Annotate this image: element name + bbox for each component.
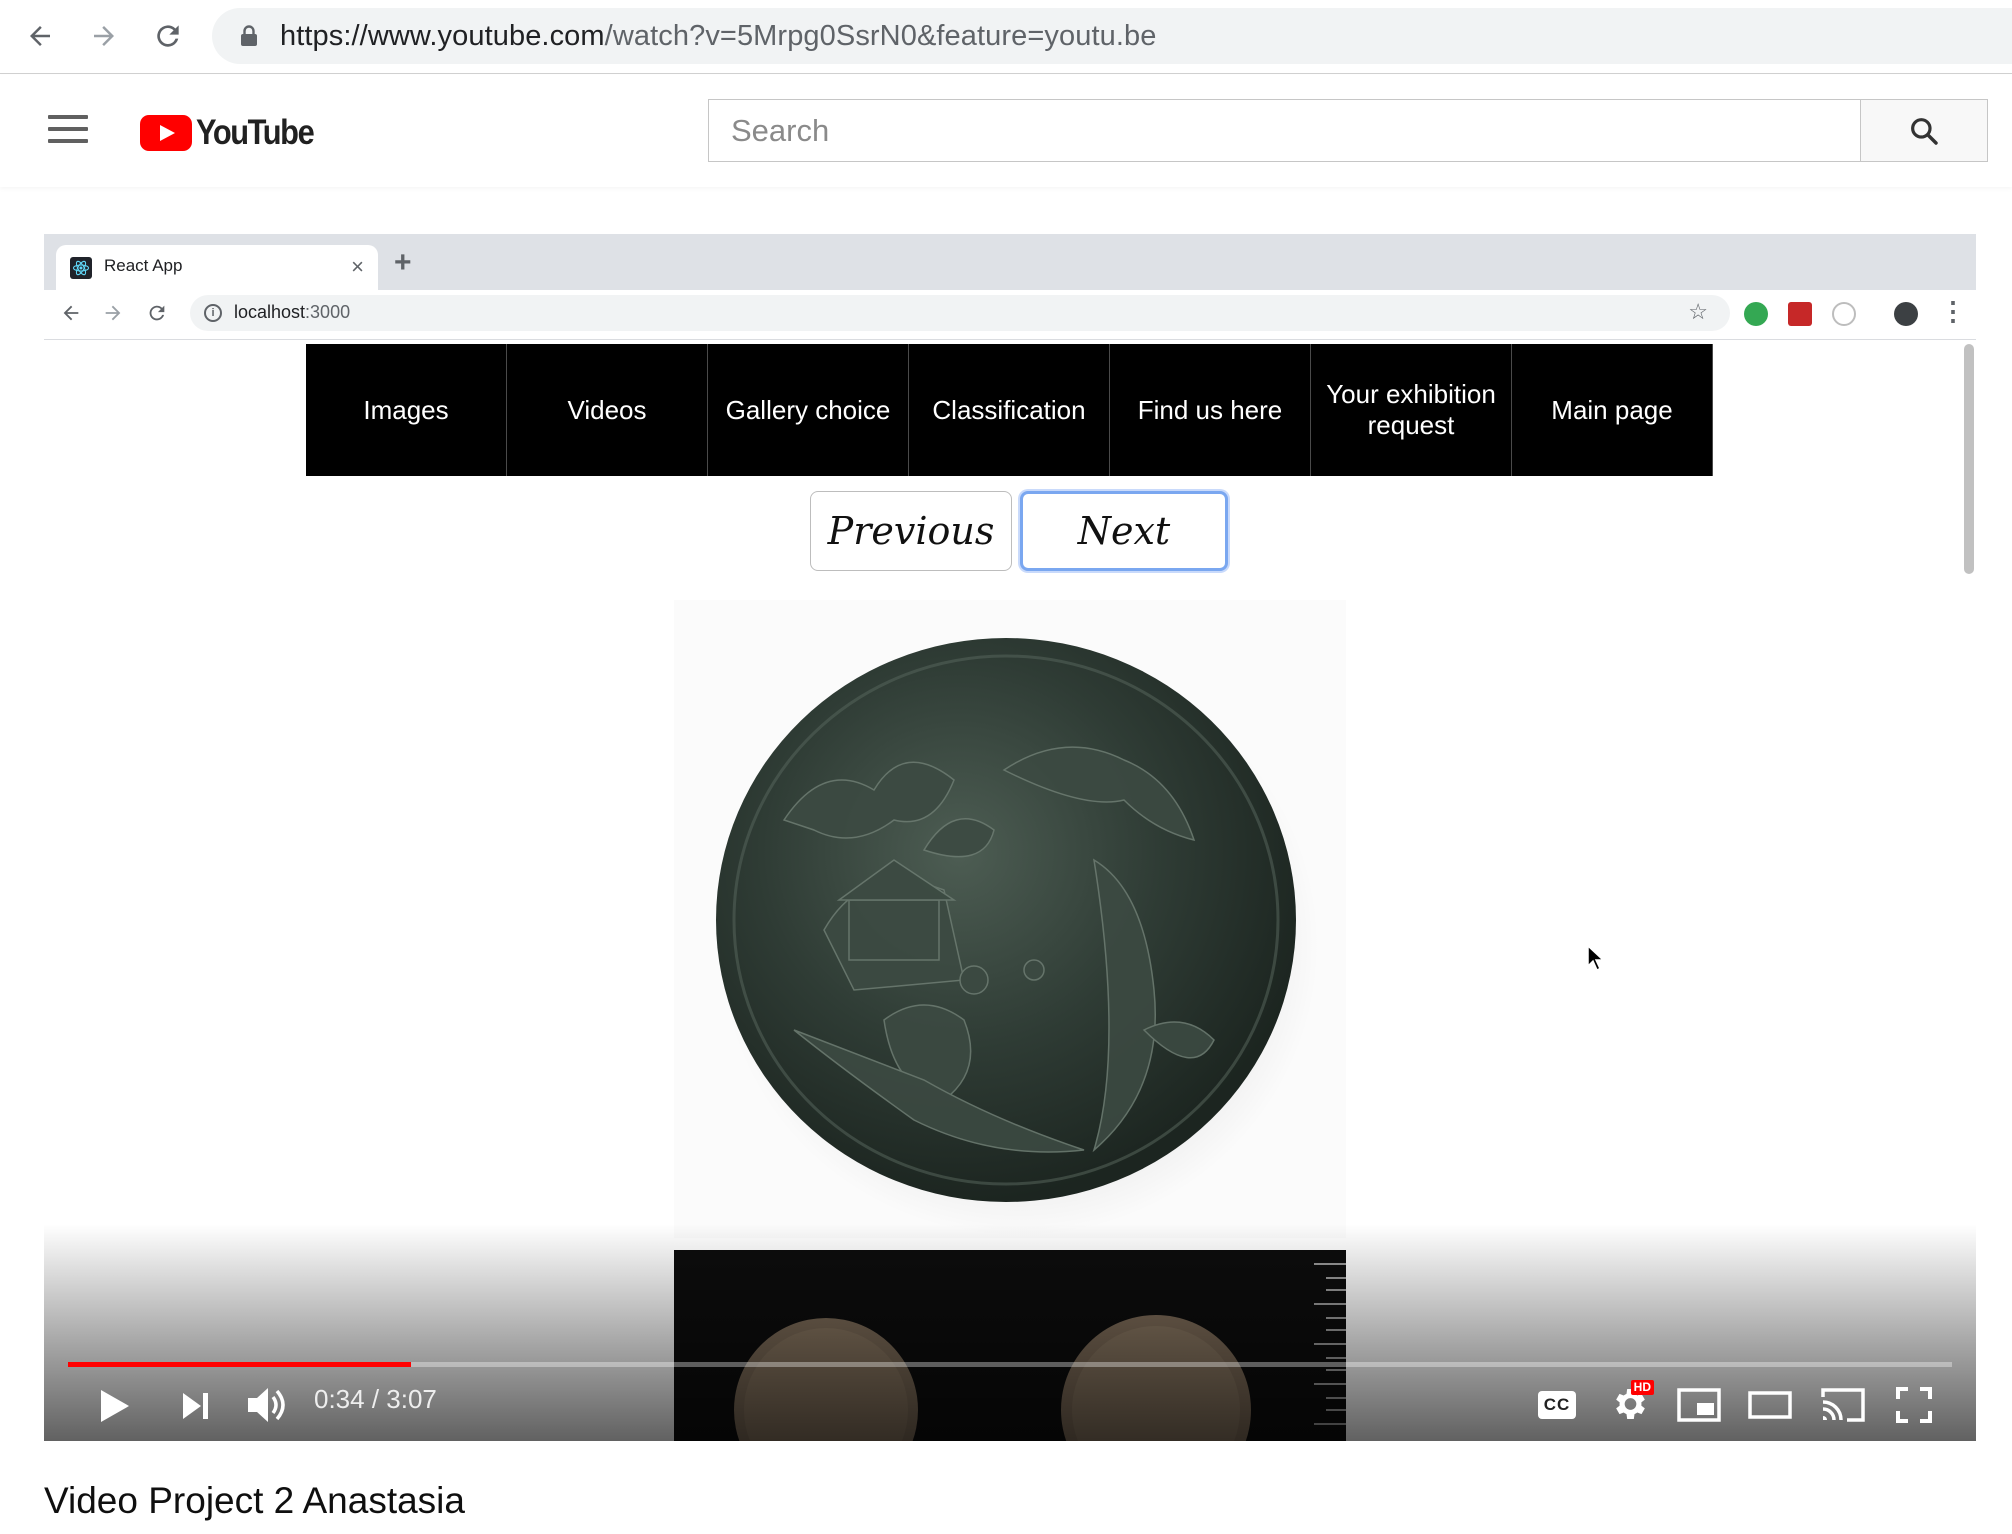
play-button[interactable] xyxy=(92,1384,136,1428)
youtube-play-logo-icon xyxy=(140,115,192,151)
miniplayer-button[interactable] xyxy=(1674,1382,1724,1428)
site-nav-main-page: Main page xyxy=(1512,344,1713,476)
theater-mode-icon xyxy=(1748,1391,1792,1419)
back-arrow-icon[interactable] xyxy=(18,14,62,58)
url-text: https://www.youtube.com/watch?v=5Mrpg0Ss… xyxy=(280,20,1157,52)
miniplayer-icon xyxy=(1677,1388,1721,1422)
inner-toolbar: i localhost:3000 ☆ ⋮ xyxy=(44,290,1976,340)
menu-icon[interactable] xyxy=(48,115,88,145)
site-nav-images: Images xyxy=(306,344,507,476)
forward-arrow-icon[interactable] xyxy=(82,14,126,58)
site-nav-find-us-here: Find us here xyxy=(1110,344,1311,476)
inner-new-tab-icon: + xyxy=(394,246,412,279)
inner-tab: React App × xyxy=(56,245,378,290)
inner-grammarly-icon xyxy=(1744,302,1768,326)
subtitles-button[interactable]: CC xyxy=(1534,1384,1580,1426)
search-field[interactable] xyxy=(708,99,1860,162)
previous-button: Previous xyxy=(810,491,1012,571)
closed-captions-icon: CC xyxy=(1538,1391,1576,1419)
cast-icon xyxy=(1821,1388,1865,1422)
inner-more-icon: ⋮ xyxy=(1940,296,1966,326)
progress-bar-played xyxy=(68,1362,411,1367)
video-title: Video Project 2 Anastasia xyxy=(44,1480,465,1521)
time-display: 0:34 / 3:07 xyxy=(314,1384,437,1414)
inner-forward-icon xyxy=(102,302,124,330)
inner-tab-close-icon: × xyxy=(351,254,364,279)
fullscreen-button[interactable] xyxy=(1890,1382,1938,1428)
inner-scrollbar xyxy=(1964,344,1974,574)
play-icon xyxy=(101,1390,129,1422)
fullscreen-icon xyxy=(1896,1387,1932,1423)
volume-icon xyxy=(248,1388,285,1422)
address-bar[interactable]: https://www.youtube.com/watch?v=5Mrpg0Ss… xyxy=(212,8,2012,64)
video-player[interactable]: React App × + i localhost:3000 ☆ ⋮ Image… xyxy=(44,234,1976,1441)
site-nav-classification: Classification xyxy=(909,344,1110,476)
volume-button[interactable] xyxy=(244,1382,290,1428)
site-nav-videos: Videos xyxy=(507,344,708,476)
react-icon xyxy=(70,257,92,279)
youtube-logo[interactable]: YouTube xyxy=(140,113,329,153)
inner-bookmark-star-icon: ☆ xyxy=(1688,299,1708,324)
next-video-button[interactable] xyxy=(174,1386,218,1426)
lock-icon xyxy=(240,25,258,52)
inner-tab-title: React App xyxy=(104,256,183,275)
site-nav-gallery-choice: Gallery choice xyxy=(708,344,909,476)
reload-icon[interactable] xyxy=(146,14,190,58)
browser-toolbar: https://www.youtube.com/watch?v=5Mrpg0Ss… xyxy=(0,0,2012,74)
inner-address-bar: i localhost:3000 ☆ xyxy=(190,295,1730,331)
search-input[interactable] xyxy=(709,100,1860,161)
site-navigation: Images Videos Gallery choice Classificat… xyxy=(306,344,1713,476)
site-nav-exhibition-request: Your exhibition request xyxy=(1311,344,1512,476)
inner-back-icon xyxy=(60,302,82,330)
search-button[interactable] xyxy=(1860,99,1988,162)
search-icon xyxy=(1911,117,1938,145)
artifact-image xyxy=(674,600,1346,1238)
inner-extension-icon xyxy=(1788,302,1812,326)
hd-badge: HD xyxy=(1630,1380,1654,1395)
youtube-wordmark: YouTube xyxy=(196,113,315,152)
cast-button[interactable] xyxy=(1818,1382,1868,1428)
inner-address-text: localhost:3000 xyxy=(234,302,351,322)
youtube-header: YouTube xyxy=(0,75,2012,187)
mouse-cursor-icon xyxy=(1587,944,1605,976)
inner-profile-icon xyxy=(1894,302,1918,326)
inner-info-icon: i xyxy=(204,304,222,322)
settings-button[interactable]: HD xyxy=(1604,1380,1654,1428)
next-button: Next xyxy=(1020,491,1228,571)
theater-mode-button[interactable] xyxy=(1744,1384,1796,1426)
inner-extension-outline-icon xyxy=(1832,302,1856,326)
progress-bar[interactable] xyxy=(68,1362,1952,1367)
inner-reload-icon xyxy=(146,302,168,330)
inner-tab-strip: React App × + xyxy=(44,234,1976,290)
skip-next-icon xyxy=(183,1393,208,1419)
